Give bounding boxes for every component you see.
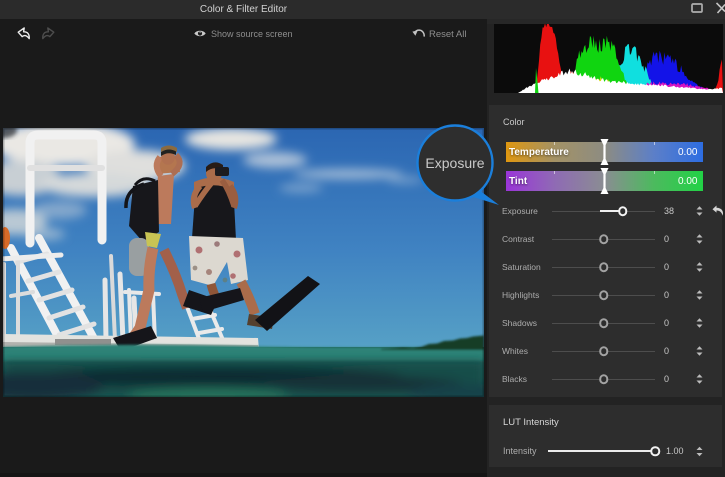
svg-text:Exposure: Exposure [425,155,484,171]
